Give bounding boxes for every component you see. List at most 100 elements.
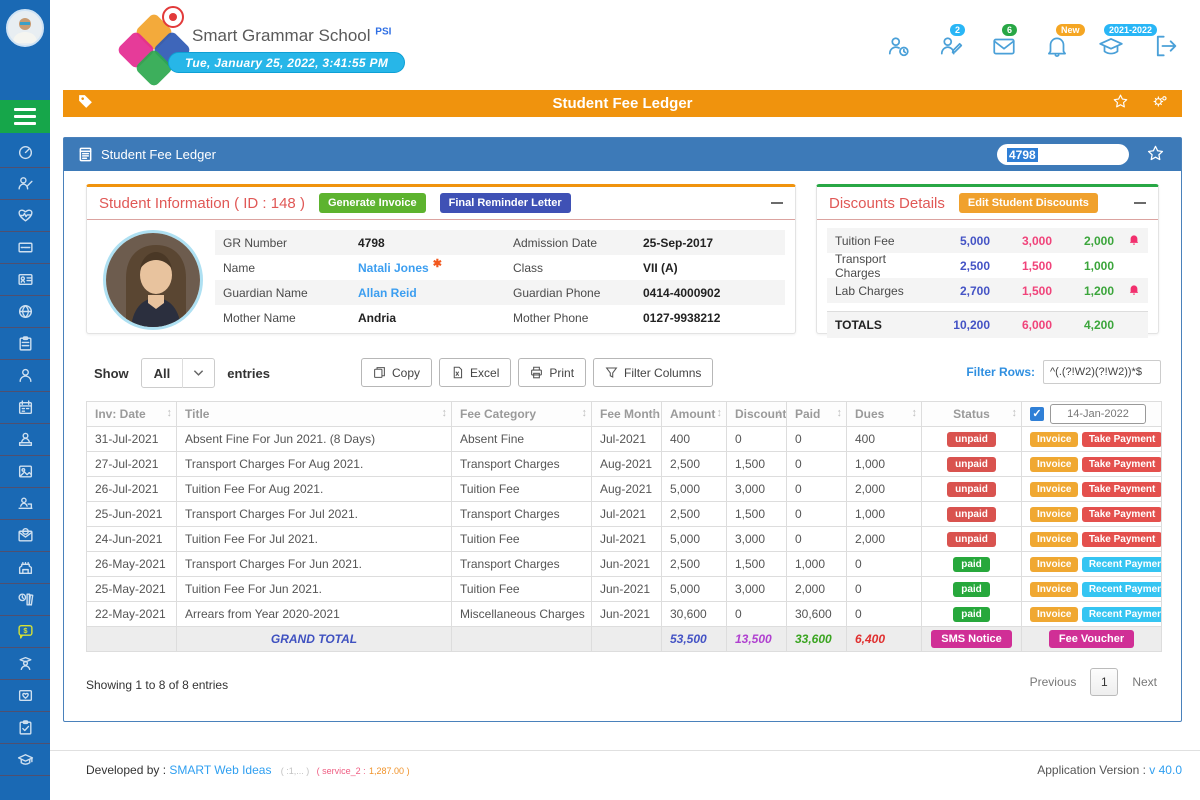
mail-icon[interactable]: 6 [990, 33, 1018, 64]
fee-title-link[interactable]: Arrears from Year 2020-2021 [177, 602, 452, 627]
invoice-button[interactable]: Invoice [1030, 607, 1078, 622]
invoice-button[interactable]: Invoice [1030, 457, 1078, 472]
col-fee-month[interactable]: Fee Month↕ [592, 402, 662, 427]
top-header: Smart Grammar School PSI Tue, January 25… [50, 0, 1200, 90]
sidebar-item-campus[interactable] [0, 552, 50, 584]
developer-link[interactable]: SMART Web Ideas [169, 763, 271, 777]
fee-title-link[interactable]: Transport Charges For Jun 2021. [177, 552, 452, 577]
developed-by-label: Developed by : [86, 763, 166, 777]
student-name-link[interactable]: Natali Jones [358, 261, 429, 275]
fee-title-link[interactable]: Tuition Fee For Jul 2021. [177, 527, 452, 552]
logout-icon[interactable] [1152, 32, 1180, 65]
col-inv-date[interactable]: Inv: Date↕ [87, 402, 177, 427]
col-dues[interactable]: Dues↕ [847, 402, 922, 427]
invoice-button[interactable]: Invoice [1030, 507, 1078, 522]
invoice-button[interactable]: Invoice [1030, 582, 1078, 597]
collapse-icon[interactable] [771, 202, 783, 204]
menu-toggle-icon[interactable] [0, 100, 50, 133]
excel-button[interactable]: Excel [439, 358, 511, 387]
footer-service-amount: 1,287.00 ) [369, 766, 410, 776]
sidebar-item-fee-ledger[interactable]: $ [0, 616, 50, 648]
col-amount[interactable]: Amount↕ [662, 402, 727, 427]
version-value: v 40.0 [1149, 763, 1182, 777]
col-paid[interactable]: Paid↕ [787, 402, 847, 427]
filter-columns-button[interactable]: Filter Columns [593, 358, 713, 387]
sidebar-item-library[interactable] [0, 584, 50, 616]
recent-payment-button[interactable]: Recent Payment [1082, 582, 1162, 597]
take-payment-button[interactable]: Take Payment [1082, 457, 1162, 472]
date-filter-input[interactable] [1050, 404, 1146, 424]
previous-page-button[interactable]: Previous [1030, 675, 1077, 689]
sidebar-item-website[interactable] [0, 296, 50, 328]
guardian-name-link[interactable]: Allan Reid [358, 286, 417, 300]
sidebar-item-elearning[interactable] [0, 488, 50, 520]
recent-payment-button[interactable]: Recent Payment [1082, 607, 1162, 622]
building-icon [17, 559, 34, 576]
sidebar-item-students[interactable] [0, 360, 50, 392]
sidebar-item-payroll[interactable] [0, 520, 50, 552]
graduation-icon[interactable]: 2021-2022 [1096, 33, 1126, 64]
sidebar-item-exams[interactable] [0, 712, 50, 744]
card-heart-icon [17, 687, 34, 704]
fee-title-link[interactable]: Transport Charges For Jul 2021. [177, 502, 452, 527]
invoice-button[interactable]: Invoice [1030, 532, 1078, 547]
generate-invoice-button[interactable]: Generate Invoice [319, 193, 426, 213]
invoice-button[interactable]: Invoice [1030, 432, 1078, 447]
col-fee-category[interactable]: Fee Category↕ [452, 402, 592, 427]
collapse-icon[interactable] [1134, 202, 1146, 204]
reminder-bell-icon[interactable] [1114, 283, 1140, 299]
recent-payment-button[interactable]: Recent Payment [1082, 557, 1162, 572]
edit-discounts-button[interactable]: Edit Student Discounts [959, 193, 1098, 213]
sms-notice-button[interactable]: SMS Notice [931, 630, 1012, 648]
final-reminder-button[interactable]: Final Reminder Letter [440, 193, 571, 213]
mail-dollar-icon [17, 527, 34, 544]
fee-title-link[interactable]: Tuition Fee For Aug 2021. [177, 477, 452, 502]
fee-title-link[interactable]: Absent Fine For Jun 2021. (8 Days) [177, 427, 452, 452]
sidebar-item-attendance[interactable] [0, 392, 50, 424]
invoice-button[interactable]: Invoice [1030, 557, 1078, 572]
filter-rows-input[interactable] [1043, 360, 1161, 384]
sidebar-item-certificates[interactable] [0, 680, 50, 712]
page-title: Student Fee Ledger [63, 95, 1182, 112]
sidebar-item-gallery[interactable] [0, 456, 50, 488]
next-page-button[interactable]: Next [1132, 675, 1157, 689]
user-clock-icon[interactable] [886, 33, 912, 64]
student-info-title: Student Information ( ID : 148 ) [99, 195, 305, 212]
fee-voucher-button[interactable]: Fee Voucher [1049, 630, 1134, 648]
bell-icon[interactable]: New [1044, 33, 1070, 64]
user-edit-icon[interactable]: 2 [938, 33, 964, 64]
favorite-star-icon[interactable] [1112, 93, 1129, 115]
take-payment-button[interactable]: Take Payment [1082, 432, 1162, 447]
invoice-button[interactable]: Invoice [1030, 482, 1078, 497]
datetime-badge: Tue, January 25, 2022, 3:41:55 PM [168, 52, 405, 73]
sidebar-item-admissions[interactable] [0, 168, 50, 200]
col-status[interactable]: Status↕ [922, 402, 1022, 427]
take-payment-button[interactable]: Take Payment [1082, 532, 1162, 547]
fee-title-link[interactable]: Tuition Fee For Jun 2021. [177, 577, 452, 602]
sidebar-item-id-card[interactable] [0, 264, 50, 296]
copy-button[interactable]: Copy [361, 358, 432, 387]
settings-gears-icon[interactable] [1151, 93, 1170, 115]
panel-star-icon[interactable] [1146, 144, 1165, 168]
reminder-bell-icon[interactable] [1114, 233, 1140, 249]
date-filter-checkbox[interactable]: ✓ [1030, 407, 1044, 421]
search-input[interactable]: 4798 [997, 144, 1129, 165]
fee-title-link[interactable]: Transport Charges For Aug 2021. [177, 452, 452, 477]
print-button[interactable]: Print [518, 358, 586, 387]
sidebar-item-staff[interactable] [0, 648, 50, 680]
page-number-button[interactable]: 1 [1090, 668, 1118, 696]
user-avatar[interactable] [6, 9, 44, 47]
col-title[interactable]: Title↕ [177, 402, 452, 427]
sidebar-item-health[interactable] [0, 200, 50, 232]
table-controls: Show All entries Copy Excel Print Filter… [86, 356, 1161, 388]
sidebar-item-fee-card[interactable] [0, 232, 50, 264]
sidebar-item-homework[interactable] [0, 328, 50, 360]
sidebar-item-dashboard[interactable] [0, 136, 50, 168]
entries-select[interactable]: All [141, 358, 216, 388]
take-payment-button[interactable]: Take Payment [1082, 507, 1162, 522]
sidebar-item-courses[interactable] [0, 744, 50, 776]
take-payment-button[interactable]: Take Payment [1082, 482, 1162, 497]
sidebar-item-teachers[interactable] [0, 424, 50, 456]
col-discount[interactable]: Discount↕ [727, 402, 787, 427]
record-icon[interactable] [162, 6, 184, 28]
